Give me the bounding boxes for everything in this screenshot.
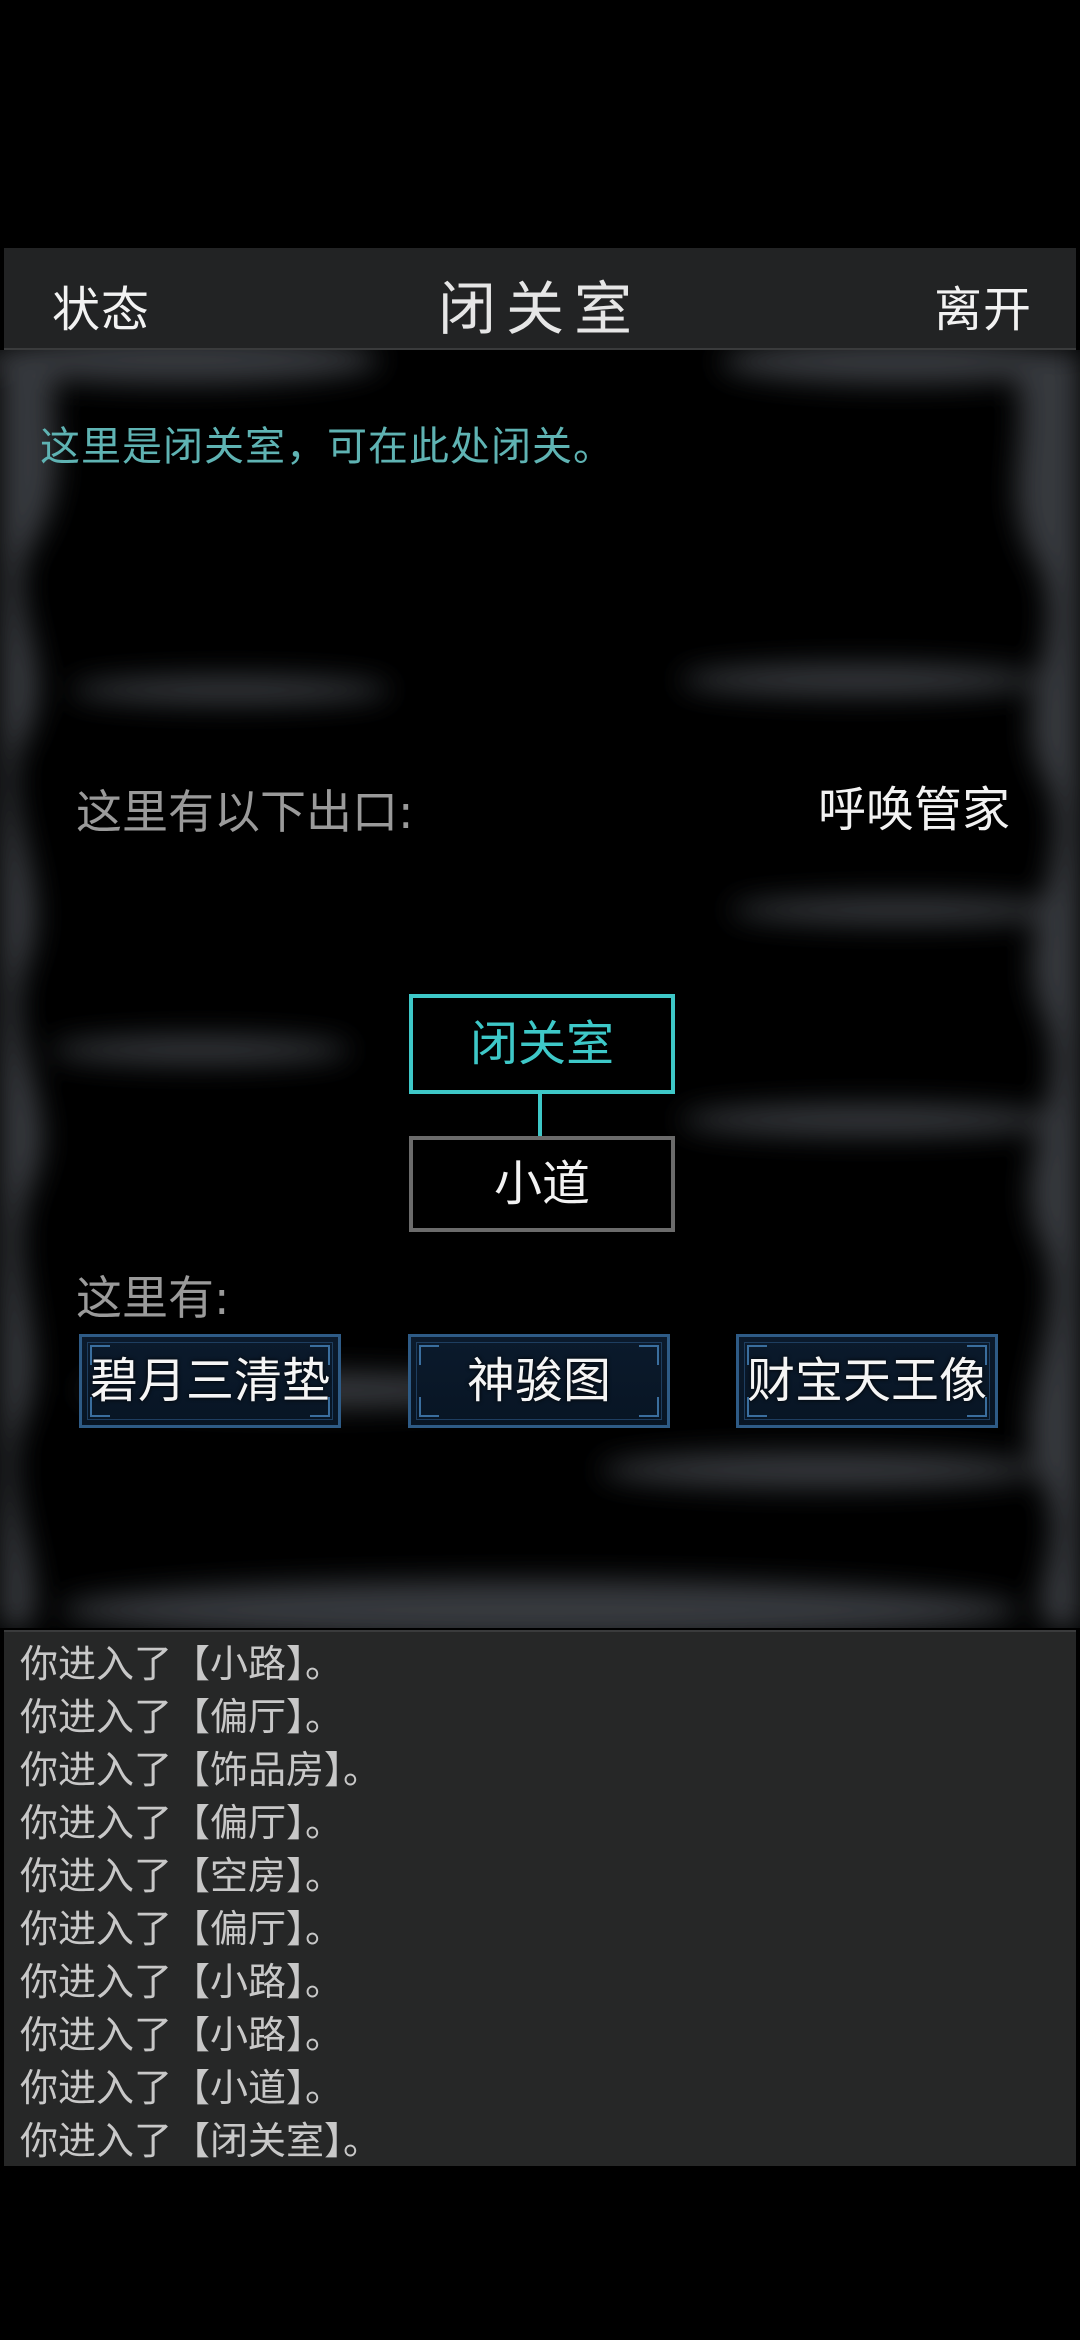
log-line: 你进入了【偏厅】。 [20,1695,344,1739]
log-line: 你进入了【偏厅】。 [20,1801,344,1845]
log-line: 你进入了【饰品房】。 [20,1748,382,1792]
log-line: 你进入了【小路】。 [20,1960,344,2004]
item-label: 神骏图 [466,1353,611,1409]
item-button[interactable]: 碧月三清垫 [79,1334,341,1428]
game-screen: 状态 闭关室 离开 这里是闭关室，可在此处闭关。 这里有以下出口: 呼唤管家 闭… [0,0,1080,2340]
map-current-room: 闭关室 [409,994,675,1094]
mist-background [0,350,1080,1628]
log-line: 你进入了【小道】。 [20,2066,344,2110]
log-line: 你进入了【小路】。 [20,2013,344,2057]
top-bar: 状态 闭关室 离开 [4,248,1076,350]
item-button[interactable]: 财宝天王像 [736,1334,998,1428]
room-description: 这里是闭关室，可在此处闭关。 [40,424,614,470]
map-exit-xiaodao[interactable]: 小道 [409,1136,675,1232]
log-line: 你进入了【偏厅】。 [20,1907,344,1951]
call-butler-button[interactable]: 呼唤管家 [818,770,1010,840]
room-title: 闭关室 [437,275,642,343]
map-connector [538,1090,542,1136]
leave-button[interactable]: 离开 [934,270,1032,340]
items-heading: 这里有: [76,1271,230,1325]
exits-heading: 这里有以下出口: [76,785,414,839]
item-label: 财宝天王像 [746,1353,987,1409]
log-line: 你进入了【小路】。 [20,1642,344,1686]
message-log: 你进入了【小路】。 你进入了【偏厅】。 你进入了【饰品房】。 你进入了【偏厅】。… [4,1630,1076,2166]
log-line: 你进入了【空房】。 [20,1854,344,1898]
item-label: 碧月三清垫 [89,1353,330,1409]
log-line: 你进入了【闭关室】。 [20,2119,382,2163]
room-view: 这里是闭关室，可在此处闭关。 这里有以下出口: 呼唤管家 闭关室 小道 这里有:… [0,350,1080,1628]
item-button[interactable]: 神骏图 [408,1334,670,1428]
